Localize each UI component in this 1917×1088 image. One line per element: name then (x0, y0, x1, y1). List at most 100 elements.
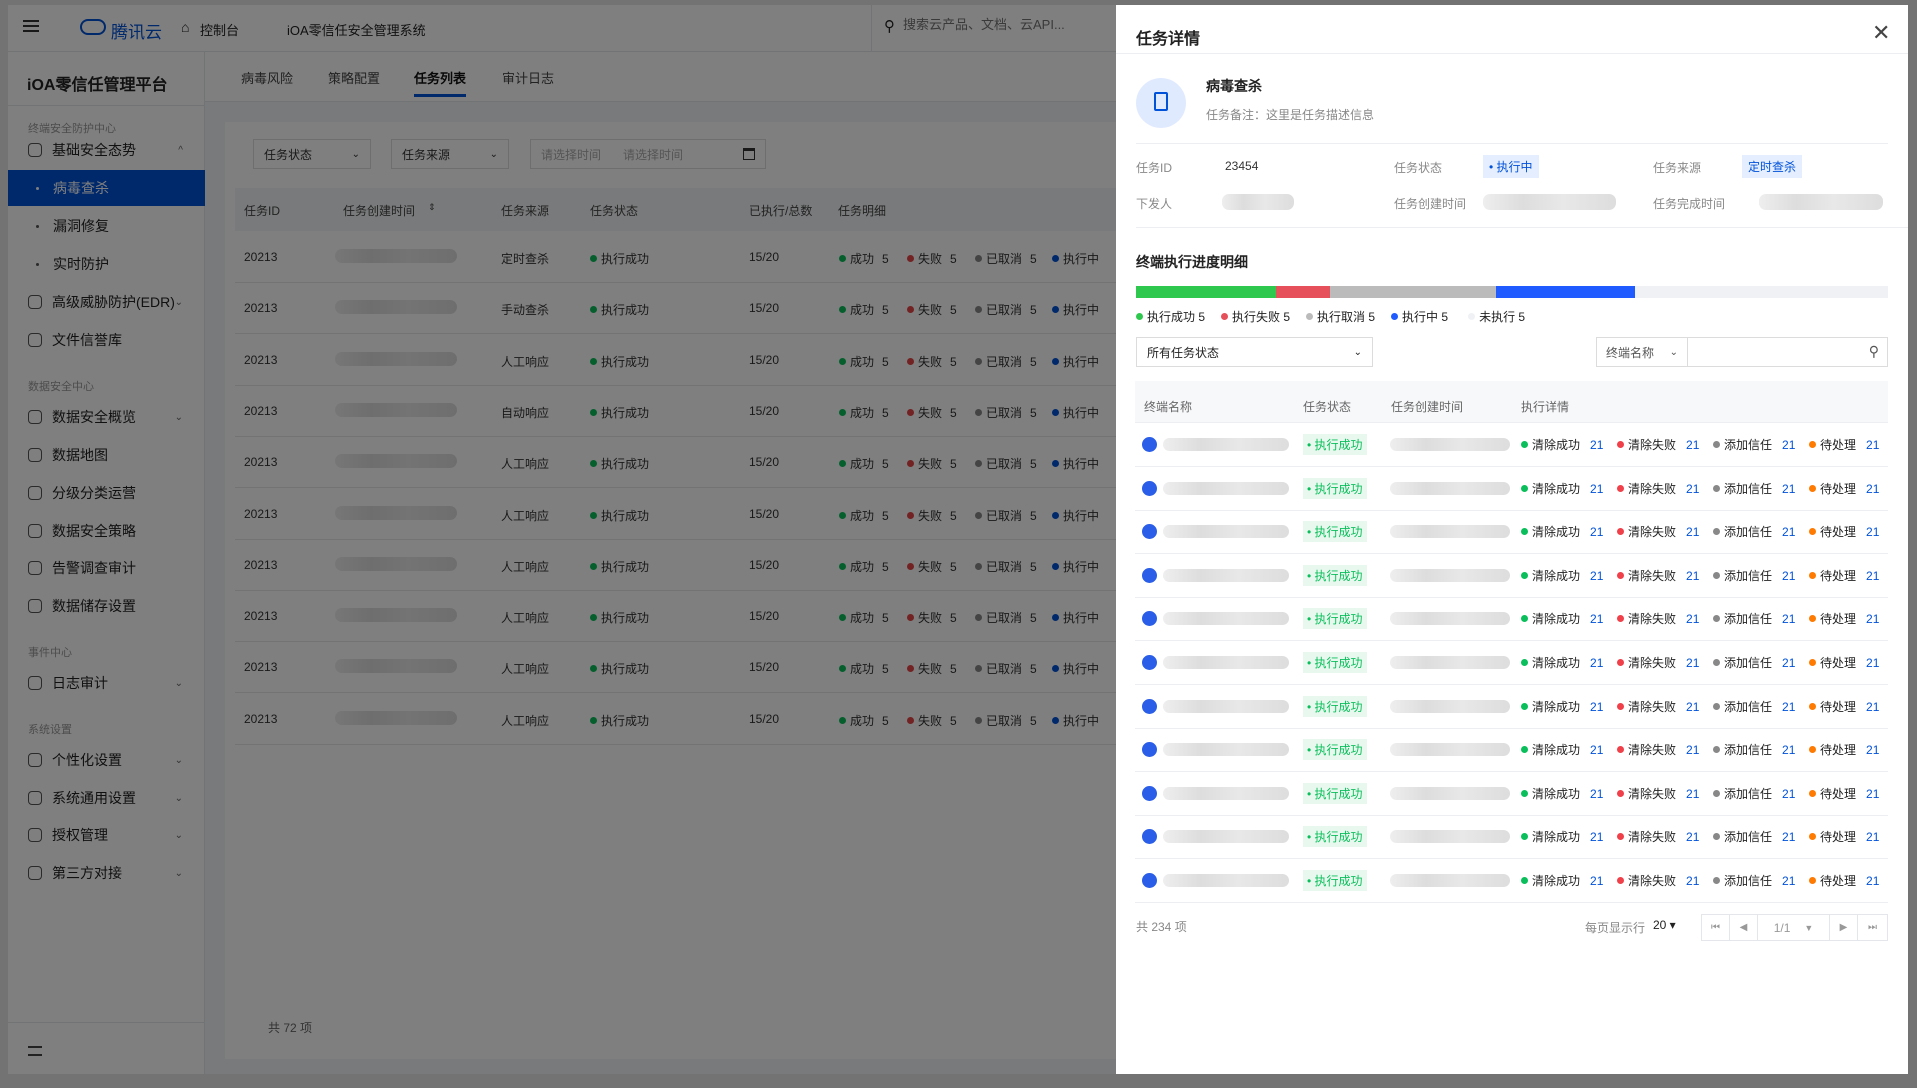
stat-dot-icon (1713, 441, 1720, 448)
progress-segment (1330, 286, 1497, 298)
issuer-label: 下发人 (1136, 197, 1173, 211)
terminal-row[interactable]: • 执行成功 清除成功 21 清除失败 21 添加信任 21 待处理 21 (1135, 554, 1888, 598)
prev-page-icon[interactable]: ◀ (1730, 915, 1758, 940)
col-terminal-name: 终端名称 (1144, 400, 1193, 414)
exec-stat: 清除失败 21 (1617, 741, 1699, 758)
terminal-status-badge: • 执行成功 (1303, 434, 1367, 455)
stat-dot-icon (1521, 615, 1528, 623)
terminal-row[interactable]: • 执行成功 清除成功 21 清除失败 21 添加信任 21 待处理 21 (1135, 815, 1888, 860)
terminal-row[interactable]: • 执行成功 清除成功 21 清除失败 21 添加信任 21 待处理 21 (1135, 467, 1888, 511)
terminal-icon (1142, 655, 1157, 670)
created-time-redacted (1390, 568, 1510, 582)
stat-dot-icon (1521, 833, 1528, 841)
created-time-label: 任务创建时间 (1394, 197, 1467, 211)
stat-dot-icon (1617, 659, 1624, 666)
page-size-select[interactable]: 20 ▾ (1653, 918, 1676, 932)
terminal-row[interactable]: • 执行成功 清除成功 21 清除失败 21 添加信任 21 待处理 21 (1135, 597, 1888, 642)
exec-stat: 添加信任 21 (1713, 698, 1795, 715)
exec-stat: 清除成功 21 (1521, 828, 1603, 845)
stat-dot-icon (1713, 746, 1720, 754)
issuer-value-redacted (1222, 194, 1294, 210)
exec-stat: 清除成功 21 (1521, 698, 1603, 715)
terminal-row[interactable]: • 执行成功 清除成功 21 清除失败 21 添加信任 21 待处理 21 (1135, 423, 1888, 467)
created-time-redacted (1390, 656, 1510, 669)
exec-stat: 待处理 21 (1809, 698, 1879, 715)
terminal-icon (1142, 437, 1157, 452)
stat-dot-icon (1617, 833, 1624, 841)
terminal-row[interactable]: • 执行成功 清除成功 21 清除失败 21 添加信任 21 待处理 21 (1135, 772, 1888, 816)
name-field-select[interactable]: 终端名称 ⌄ (1596, 337, 1688, 367)
terminal-status-badge: • 执行成功 (1303, 521, 1367, 543)
exec-stat: 添加信任 21 (1713, 523, 1795, 540)
drawer-title: 任务详情 (1136, 31, 1201, 48)
terminal-name-redacted (1163, 699, 1289, 713)
terminal-icon (1142, 480, 1157, 496)
stat-dot-icon (1521, 441, 1528, 448)
exec-stat: 待处理 21 (1809, 741, 1879, 758)
finished-time-redacted (1759, 194, 1883, 210)
terminal-row[interactable]: • 执行成功 清除成功 21 清除失败 21 添加信任 21 待处理 21 (1135, 685, 1888, 729)
terminal-status-badge: • 执行成功 (1303, 477, 1367, 499)
exec-stat: 清除失败 21 (1617, 610, 1699, 627)
exec-stat: 清除成功 21 (1521, 436, 1603, 453)
stat-dot-icon (1617, 484, 1624, 492)
exec-stat: 添加信任 21 (1713, 567, 1795, 584)
task-status-badge: • 执行中 (1483, 155, 1539, 178)
terminal-name-redacted (1163, 874, 1289, 887)
terminal-name-redacted (1163, 743, 1289, 757)
terminal-icon (1142, 567, 1157, 583)
stat-dot-icon (1809, 441, 1816, 448)
terminal-status-badge: • 执行成功 (1303, 826, 1367, 848)
exec-stat: 待处理 21 (1809, 610, 1879, 627)
terminal-search-input[interactable]: ⚲ (1688, 337, 1888, 367)
stat-dot-icon (1617, 702, 1624, 710)
exec-stat: 清除成功 21 (1521, 480, 1603, 497)
created-time-redacted (1390, 830, 1510, 844)
terminal-status-badge: • 执行成功 (1303, 608, 1367, 630)
terminal-row[interactable]: • 执行成功 清除成功 21 清除失败 21 添加信任 21 待处理 21 (1135, 510, 1888, 555)
stat-dot-icon (1521, 789, 1528, 797)
created-time-redacted (1390, 874, 1510, 887)
status-select[interactable]: 所有任务状态 ⌄ (1136, 337, 1373, 367)
exec-stat: 清除失败 21 (1617, 436, 1699, 453)
next-page-icon[interactable]: ▶ (1830, 915, 1858, 940)
stat-dot-icon (1713, 789, 1720, 797)
task-source-badge: 定时查杀 (1742, 155, 1803, 178)
first-page-icon[interactable]: ⏮ (1702, 915, 1730, 940)
stat-dot-icon (1809, 789, 1816, 797)
terminal-row[interactable]: • 执行成功 清除成功 21 清除失败 21 添加信任 21 待处理 21 (1135, 641, 1888, 685)
drawer-total: 共 234 项 (1136, 920, 1187, 934)
exec-stat: 添加信任 21 (1713, 610, 1795, 627)
page-select[interactable]: 1/1 ▼ (1758, 915, 1830, 940)
terminal-name-redacted (1163, 481, 1289, 495)
search-icon[interactable]: ⚲ (1869, 343, 1879, 360)
stat-dot-icon (1809, 702, 1816, 710)
stat-dot-icon (1617, 528, 1624, 536)
exec-stat: 待处理 21 (1809, 436, 1879, 453)
exec-stat: 添加信任 21 (1713, 436, 1795, 453)
exec-stat: 清除成功 21 (1521, 523, 1603, 540)
col-created: 任务创建时间 (1391, 400, 1464, 414)
task-note: 任务备注：这里是任务描述信息 (1206, 108, 1375, 122)
task-id-value: 23454 (1225, 159, 1259, 173)
stat-dot-icon (1809, 615, 1816, 623)
last-page-icon[interactable]: ⏭ (1858, 915, 1887, 940)
stat-dot-icon (1713, 659, 1720, 666)
terminal-status-badge: • 执行成功 (1303, 739, 1367, 761)
task-id-label: 任务ID (1136, 161, 1173, 175)
exec-stat: 清除失败 21 (1617, 828, 1699, 845)
terminal-row[interactable]: • 执行成功 清除成功 21 清除失败 21 添加信任 21 待处理 21 (1135, 859, 1888, 903)
terminal-icon (1142, 785, 1157, 801)
stat-dot-icon (1809, 833, 1816, 841)
progress-legend: 执行成功 5 执行失败 5 执行取消 5 执行中 5 未执行 5 (1136, 308, 1541, 325)
exec-stat: 待处理 21 (1809, 523, 1879, 540)
terminal-row[interactable]: • 执行成功 清除成功 21 清除失败 21 添加信任 21 待处理 21 (1135, 728, 1888, 773)
col-exec-detail: 执行详情 (1521, 400, 1570, 414)
terminal-name-redacted (1163, 525, 1289, 539)
chevron-down-icon: ⌄ (1669, 346, 1678, 358)
exec-stat: 添加信任 21 (1713, 654, 1795, 671)
stat-dot-icon (1809, 877, 1816, 884)
task-name: 病毒查杀 (1206, 78, 1262, 94)
close-icon[interactable]: ✕ (1872, 20, 1890, 46)
legend-item: 执行成功 5 (1136, 308, 1205, 325)
